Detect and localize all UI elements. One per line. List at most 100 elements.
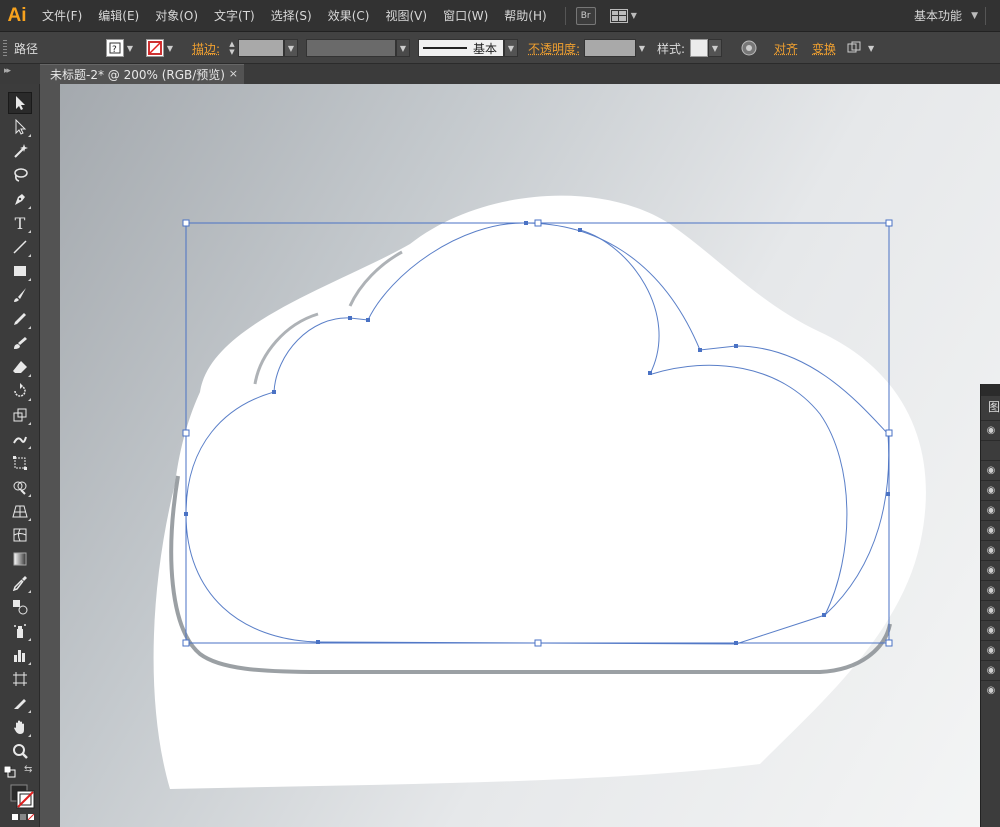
workspace-switcher[interactable]: 基本功能	[914, 0, 962, 32]
hand-tool-icon[interactable]	[8, 716, 32, 738]
panel-header[interactable]	[981, 384, 1000, 396]
visibility-eye-icon[interactable]: ◉	[981, 420, 1000, 440]
pencil-tool-icon[interactable]	[8, 308, 32, 330]
visibility-eye-icon[interactable]: ◉	[981, 540, 1000, 560]
visibility-eye-icon[interactable]: ◉	[981, 460, 1000, 480]
visibility-eye-icon[interactable]: ◉	[981, 600, 1000, 620]
shape-builder-tool-icon[interactable]	[8, 476, 32, 498]
chevron-down-icon[interactable]: ▼	[396, 39, 410, 57]
magic-wand-tool-icon[interactable]	[8, 140, 32, 162]
opacity-input[interactable]	[584, 39, 636, 57]
chevron-down-icon[interactable]: ▼	[971, 0, 978, 32]
fill-swatch[interactable]: ?	[106, 39, 124, 57]
chevron-down-icon[interactable]: ▼	[708, 39, 722, 57]
brush-definition-field[interactable]: 基本	[418, 39, 504, 57]
isolate-object-icon[interactable]	[846, 40, 862, 56]
opacity-label[interactable]: 不透明度:	[528, 40, 580, 57]
layers-panel: 图 ◉ ◉ ◉ ◉ ◉ ◉ ◉ ◉ ◉ ◉ ◉ ◉ ◉	[980, 384, 1000, 827]
arrange-documents-button[interactable]: ▼	[609, 8, 637, 23]
menu-window[interactable]: 窗口(W)	[435, 0, 496, 32]
fill-stroke-indicator[interactable]	[10, 784, 35, 809]
canvas-area[interactable]	[40, 84, 1000, 827]
lasso-tool-icon[interactable]	[8, 164, 32, 186]
gradient-tool-icon[interactable]	[8, 548, 32, 570]
slice-tool-icon[interactable]	[8, 692, 32, 714]
align-panel-link[interactable]: 对齐	[774, 40, 798, 57]
menu-effect[interactable]: 效果(C)	[320, 0, 378, 32]
pen-tool-icon[interactable]	[8, 188, 32, 210]
direct-selection-tool-icon[interactable]	[8, 116, 32, 138]
document-tab-bar: ▸▸ 未标题-2* @ 200% (RGB/预览) ×	[0, 64, 1000, 84]
recolor-artwork-icon[interactable]	[740, 39, 758, 57]
zoom-tool-icon[interactable]	[8, 740, 32, 762]
visibility-eye-icon[interactable]: ◉	[981, 480, 1000, 500]
menu-file[interactable]: 文件(F)	[34, 0, 90, 32]
no-stroke-swatch-icon	[148, 41, 162, 55]
perspective-grid-tool-icon[interactable]	[8, 500, 32, 522]
stroke-weight-input[interactable]	[238, 39, 284, 57]
visibility-eye-icon[interactable]: ◉	[981, 660, 1000, 680]
layer-row[interactable]	[981, 440, 1000, 460]
chevron-down-icon[interactable]: ▼	[868, 44, 874, 53]
eraser-tool-icon[interactable]	[8, 356, 32, 378]
selection-tool-icon[interactable]	[8, 92, 32, 114]
mesh-tool-icon[interactable]	[8, 524, 32, 546]
artboard-tool-icon[interactable]	[8, 668, 32, 690]
paintbrush-tool-icon[interactable]	[8, 284, 32, 306]
stroke-label[interactable]: 描边:	[192, 40, 220, 57]
artboard[interactable]	[60, 84, 1000, 827]
visibility-eye-icon[interactable]: ◉	[981, 520, 1000, 540]
close-icon[interactable]: ×	[229, 67, 238, 80]
visibility-eye-icon[interactable]: ◉	[981, 640, 1000, 660]
menu-object[interactable]: 对象(O)	[147, 0, 206, 32]
visibility-eye-icon[interactable]: ◉	[981, 560, 1000, 580]
swap-colors-icon[interactable]: ⇆	[24, 764, 32, 775]
symbol-sprayer-tool-icon[interactable]	[8, 620, 32, 642]
svg-text:?: ?	[112, 45, 117, 55]
line-tool-icon[interactable]	[8, 236, 32, 258]
layers-panel-tab[interactable]: 图	[988, 398, 1000, 415]
document-tab[interactable]: 未标题-2* @ 200% (RGB/预览) ×	[40, 64, 244, 84]
visibility-eye-icon[interactable]: ◉	[981, 580, 1000, 600]
menu-help[interactable]: 帮助(H)	[496, 0, 554, 32]
type-tool-icon[interactable]: T	[8, 212, 32, 234]
chevron-down-icon[interactable]: ▼	[636, 39, 648, 57]
color-mode-buttons[interactable]	[12, 814, 34, 820]
chevron-down-icon[interactable]: ▼	[164, 39, 176, 57]
app-logo: Ai	[7, 4, 27, 26]
scale-tool-icon[interactable]	[8, 404, 32, 426]
blend-tool-icon[interactable]	[8, 596, 32, 618]
menu-separator	[985, 7, 986, 25]
rotate-tool-icon[interactable]	[8, 380, 32, 402]
variable-width-profile[interactable]	[306, 39, 396, 57]
default-colors-icon[interactable]	[3, 765, 16, 778]
stroke-swatch[interactable]	[146, 39, 164, 57]
grip-icon[interactable]	[3, 40, 7, 56]
menu-type[interactable]: 文字(T)	[206, 0, 263, 32]
chevron-down-icon[interactable]: ▼	[504, 39, 518, 57]
graphic-style-swatch[interactable]	[690, 39, 708, 57]
collapse-panel-icon[interactable]: ▸▸	[4, 66, 11, 76]
eyedropper-tool-icon[interactable]	[8, 572, 32, 594]
blob-brush-tool-icon[interactable]	[8, 332, 32, 354]
warp-tool-icon[interactable]	[8, 428, 32, 450]
stroke-weight-spinner[interactable]: ▲ ▼	[226, 39, 238, 57]
visibility-eye-icon[interactable]: ◉	[981, 500, 1000, 520]
menu-select[interactable]: 选择(S)	[263, 0, 320, 32]
cloud-outline-path[interactable]	[185, 222, 890, 645]
chevron-down-icon[interactable]: ▼	[284, 39, 298, 57]
rectangle-tool-icon[interactable]	[8, 260, 32, 282]
artwork	[153, 195, 926, 790]
visibility-eye-icon[interactable]: ◉	[981, 680, 1000, 700]
arrange-documents-icon	[609, 8, 628, 23]
menu-separator	[564, 6, 566, 25]
brush-definition-label: 基本	[473, 41, 498, 56]
transform-panel-link[interactable]: 变换	[812, 40, 836, 57]
bridge-button[interactable]: Br	[575, 6, 596, 25]
menu-edit[interactable]: 编辑(E)	[90, 0, 147, 32]
menu-view[interactable]: 视图(V)	[377, 0, 435, 32]
chevron-down-icon[interactable]: ▼	[124, 39, 136, 57]
free-transform-tool-icon[interactable]	[8, 452, 32, 474]
visibility-eye-icon[interactable]: ◉	[981, 620, 1000, 640]
column-graph-tool-icon[interactable]	[8, 644, 32, 666]
